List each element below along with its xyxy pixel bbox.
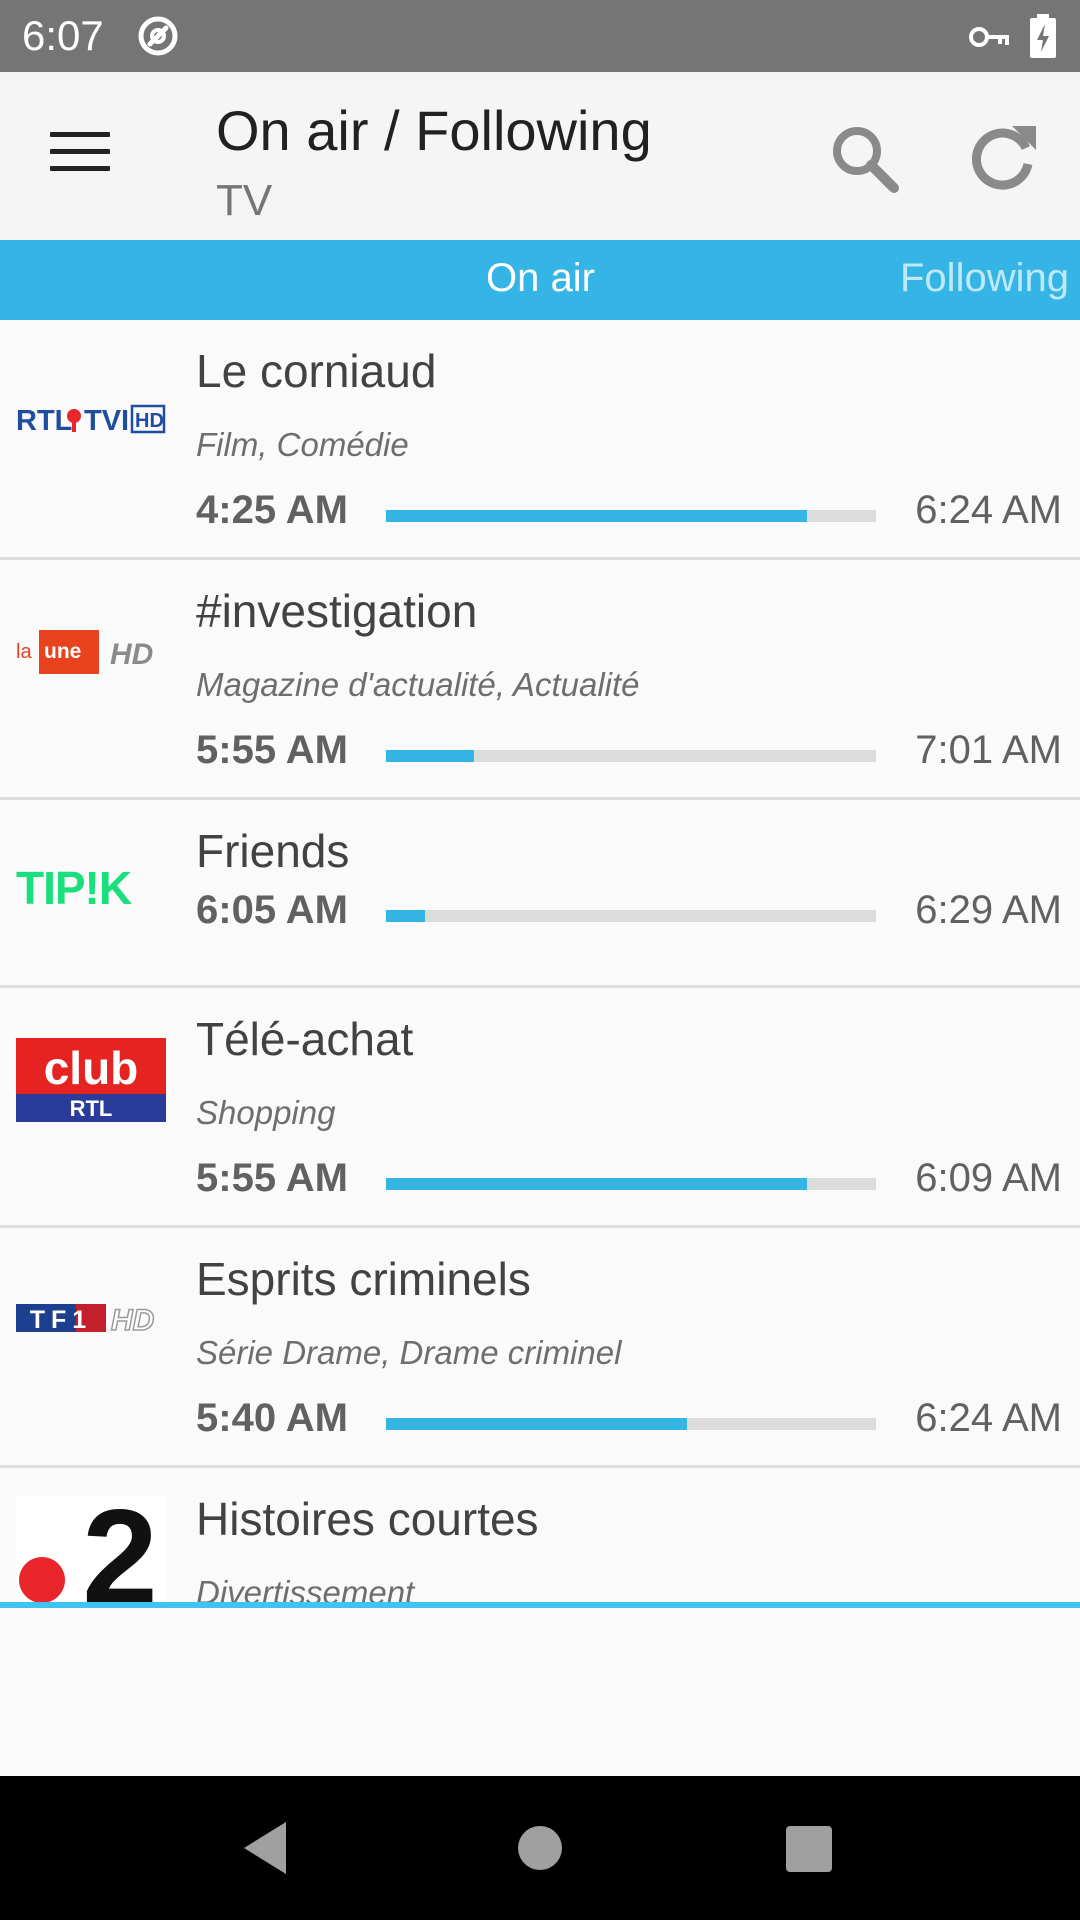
program-progress-bar bbox=[386, 1418, 876, 1430]
svg-text:TF1: TF1 bbox=[30, 1306, 92, 1334]
program-genre: Série Drame, Drame criminel bbox=[196, 1334, 622, 1371]
page-subtitle: TV bbox=[216, 176, 273, 225]
svg-text:club: club bbox=[44, 1042, 139, 1094]
svg-text:2: 2 bbox=[82, 1496, 158, 1604]
program-title: #investigation bbox=[196, 585, 478, 637]
tab-bar: On air Following bbox=[0, 240, 1080, 320]
program-title: Esprits criminels bbox=[196, 1253, 531, 1305]
battery-charging-icon bbox=[1030, 14, 1056, 58]
program-end-time: 6:24 AM bbox=[915, 1396, 1062, 1440]
program-title: Histoires courtes bbox=[196, 1493, 539, 1545]
menu-icon[interactable] bbox=[50, 132, 110, 180]
program-genre: Shopping bbox=[196, 1094, 336, 1131]
channel-logo-tf1-hd: TF1 HD bbox=[16, 1303, 155, 1338]
status-bar: 6:07 bbox=[0, 0, 1080, 72]
program-end-time: 6:29 AM bbox=[915, 888, 1062, 932]
program-title: Télé-achat bbox=[196, 1013, 414, 1065]
recents-icon[interactable] bbox=[786, 1826, 832, 1872]
home-icon[interactable] bbox=[518, 1826, 562, 1870]
search-icon[interactable] bbox=[824, 118, 904, 198]
program-row[interactable]: club RTL Télé-achat Shopping 5:55 AM 6:0… bbox=[0, 988, 1080, 1228]
status-time: 6:07 bbox=[22, 12, 104, 59]
program-genre: Magazine d'actualité, Actualité bbox=[196, 666, 640, 703]
svg-text:HD: HD bbox=[111, 1304, 154, 1337]
program-start-time: 5:55 AM bbox=[196, 728, 348, 772]
progress-fill bbox=[386, 510, 808, 522]
program-start-time: 5:40 AM bbox=[196, 1396, 348, 1440]
program-title: Friends bbox=[196, 825, 350, 877]
program-row[interactable]: TF1 HD Esprits criminels Série Drame, Dr… bbox=[0, 1228, 1080, 1468]
svg-text:la: la bbox=[16, 641, 32, 663]
progress-fill bbox=[386, 750, 475, 762]
program-list: RTL TVI HD Le corniaud Film, Comédie 4:2… bbox=[0, 320, 1080, 1604]
program-row[interactable]: RTL TVI HD Le corniaud Film, Comédie 4:2… bbox=[0, 320, 1080, 560]
back-icon[interactable] bbox=[240, 1820, 290, 1876]
channel-logo-france-2: 2 bbox=[16, 1496, 166, 1604]
svg-text:TIP!K: TIP!K bbox=[16, 862, 132, 914]
app-bar: On air / Following TV bbox=[0, 72, 1080, 240]
page-title: On air / Following bbox=[216, 99, 652, 162]
program-genre: Film, Comédie bbox=[196, 426, 409, 463]
svg-text:une: une bbox=[44, 640, 81, 663]
progress-fill bbox=[386, 1418, 688, 1430]
program-progress-bar bbox=[386, 750, 876, 762]
progress-fill bbox=[386, 910, 426, 922]
program-row[interactable]: 2 Histoires courtes Divertissement bbox=[0, 1468, 1080, 1604]
program-progress-bar bbox=[386, 910, 876, 922]
program-end-time: 6:09 AM bbox=[915, 1156, 1062, 1200]
program-title: Le corniaud bbox=[196, 345, 437, 397]
program-start-time: 5:55 AM bbox=[196, 1156, 348, 1200]
channel-logo-club-rtl: club RTL bbox=[16, 1038, 166, 1122]
channel-logo-rtl-tvi-hd: RTL TVI HD bbox=[16, 404, 166, 437]
navigation-bar bbox=[0, 1776, 1080, 1920]
program-genre: Divertissement bbox=[196, 1574, 415, 1604]
program-progress-bar bbox=[386, 510, 876, 522]
svg-text:RTL: RTL bbox=[70, 1096, 113, 1121]
program-row[interactable]: TIP!K Friends 6:05 AM 6:29 AM bbox=[0, 800, 1080, 988]
program-end-time: 7:01 AM bbox=[915, 728, 1062, 772]
vpn-key-icon bbox=[969, 27, 1009, 47]
svg-text:HD: HD bbox=[135, 410, 164, 432]
program-row[interactable]: la une HD #investigation Magazine d'actu… bbox=[0, 560, 1080, 800]
program-progress-bar bbox=[386, 1178, 876, 1190]
refresh-icon[interactable] bbox=[964, 118, 1044, 198]
program-end-time: 6:24 AM bbox=[915, 488, 1062, 532]
svg-text:TVI: TVI bbox=[84, 405, 129, 437]
program-start-time: 6:05 AM bbox=[196, 888, 348, 932]
list-overscroll-edge bbox=[0, 1602, 1080, 1608]
do-not-disturb-icon bbox=[138, 16, 178, 56]
tab-on-air[interactable]: On air bbox=[486, 256, 595, 301]
channel-logo-la-une-hd: la une HD bbox=[16, 630, 153, 674]
tab-following[interactable]: Following bbox=[900, 256, 1069, 301]
progress-fill bbox=[386, 1178, 808, 1190]
channel-logo-tipik: TIP!K bbox=[16, 862, 133, 914]
program-start-time: 4:25 AM bbox=[196, 488, 348, 532]
app-screen: 6:07 On air / Following TV On air Follow… bbox=[0, 0, 1080, 1920]
svg-text:HD: HD bbox=[110, 638, 153, 671]
svg-text:RTL: RTL bbox=[16, 405, 72, 437]
